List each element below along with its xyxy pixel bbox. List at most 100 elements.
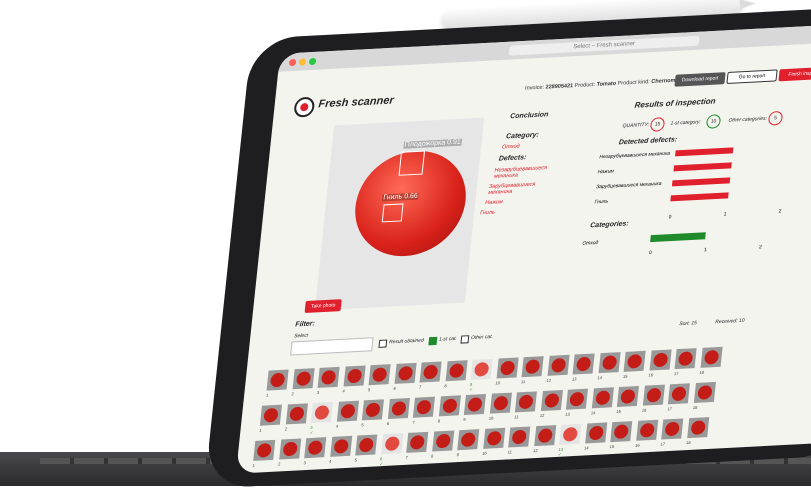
sample-thumbnail[interactable]	[361, 399, 384, 421]
sample-thumbnail[interactable]	[547, 354, 570, 376]
sample-thumbnail[interactable]	[419, 361, 442, 383]
sample-thumbnail[interactable]	[259, 404, 282, 426]
take-photo-button[interactable]: Take photo	[304, 299, 342, 313]
sample-thumbnail[interactable]	[610, 421, 633, 443]
sample-thumbnail[interactable]	[565, 388, 588, 410]
sample-number: 10	[481, 450, 487, 456]
sample-thumbnail[interactable]	[355, 434, 378, 456]
first-category-badge: 10	[705, 114, 722, 129]
sample-thumbnail[interactable]	[292, 368, 315, 390]
filter-select[interactable]	[290, 337, 374, 356]
sample-thumbnail[interactable]	[329, 435, 352, 457]
sample-thumbnail[interactable]	[616, 385, 639, 408]
sample-thumbnail[interactable]	[584, 422, 607, 444]
sample-thumbnail[interactable]	[266, 369, 289, 391]
sample-thumbnail[interactable]	[661, 418, 684, 440]
sample-thumbnail[interactable]	[387, 397, 410, 420]
select-label: Select	[293, 332, 309, 340]
sample-thumbnail[interactable]	[431, 430, 454, 452]
sample-thumbnail[interactable]	[445, 360, 468, 382]
tablet-display: Select – Fresh scanner Fresh scanner Inv…	[235, 22, 811, 474]
minimize-window-icon[interactable]	[298, 58, 307, 66]
sample-thumbnail[interactable]	[623, 350, 646, 372]
close-window-icon[interactable]	[288, 58, 297, 67]
sample-thumbnail[interactable]	[406, 431, 429, 453]
sample-thumbnail[interactable]	[343, 365, 366, 387]
maximize-window-icon[interactable]	[308, 57, 317, 66]
sample-thumbnail[interactable]	[514, 391, 537, 413]
sample-thumbnail[interactable]	[674, 348, 697, 370]
result-obtained-checkbox[interactable]	[378, 339, 388, 348]
sample-number: 4	[342, 388, 346, 394]
defect-item: Незарубцевавшиеся механика	[493, 165, 548, 180]
sample-thumbnail[interactable]	[693, 381, 716, 404]
sample-thumbnail[interactable]	[336, 400, 359, 422]
sample-thumbnail[interactable]	[304, 437, 327, 459]
sample-thumbnail[interactable]	[700, 346, 723, 368]
sample-thumbnail[interactable]	[482, 427, 505, 449]
sample-thumbnail[interactable]	[394, 362, 417, 384]
sample-thumbnail[interactable]	[508, 426, 531, 448]
first-category-filter-label: 1-st cat.	[438, 335, 458, 343]
sample-thumbnail[interactable]	[686, 417, 709, 439]
sample-number: 9	[456, 452, 460, 458]
sample-number: 8	[444, 383, 448, 389]
sample-thumbnail[interactable]	[489, 392, 512, 414]
sample-number: 12	[532, 447, 538, 454]
other-category-checkbox[interactable]	[460, 335, 470, 344]
sample-thumbnail[interactable]	[285, 403, 308, 425]
sample-thumbnail[interactable]	[438, 395, 461, 417]
sample-thumbnail[interactable]	[253, 439, 276, 461]
sample-number: 17	[673, 370, 679, 377]
sample-number: 5	[367, 387, 371, 393]
sample-thumbnail[interactable]	[540, 389, 563, 412]
sample-thumbnail[interactable]	[649, 349, 672, 371]
download-report-button[interactable]: Download report	[674, 72, 726, 87]
sample-number: 17	[660, 441, 666, 447]
sample-number: 7	[412, 419, 415, 425]
sample-number: 1	[265, 392, 269, 398]
sample-number: 10	[488, 415, 494, 421]
first-category-checkbox[interactable]	[428, 336, 438, 346]
sample-thumbnail[interactable]	[463, 393, 486, 416]
sample-thumbnail[interactable]	[317, 366, 340, 388]
sample-thumbnail[interactable]	[368, 364, 391, 386]
sample-number: 1	[259, 427, 262, 433]
sample-thumbnail[interactable]	[642, 384, 665, 406]
sample-thumbnail[interactable]	[412, 396, 435, 418]
sample-thumbnail[interactable]	[278, 438, 301, 460]
sample-thumbnail[interactable]	[572, 353, 595, 375]
inspection-photo: Плодожорка 0.91 Гниль 0.66	[314, 117, 485, 311]
sample-thumbnail[interactable]	[521, 356, 544, 378]
sample-number: 6	[393, 385, 397, 391]
defect-bar	[671, 177, 731, 187]
conclusion-title: Conclusion	[509, 111, 549, 121]
sample-thumbnail[interactable]	[591, 387, 614, 409]
defect-axis-label: Зарубцевавшиеся механика	[596, 181, 662, 190]
sample-thumbnail[interactable]	[559, 423, 582, 445]
sample-number: 13	[571, 376, 577, 382]
sample-number: 12	[539, 412, 545, 419]
sample-thumbnail[interactable]	[310, 402, 333, 424]
sample-thumbnail[interactable]	[598, 352, 621, 374]
sample-thumbnail[interactable]	[667, 383, 690, 405]
sample-thumbnail[interactable]	[635, 419, 658, 441]
finish-inspection-button[interactable]: Finish inspection	[778, 66, 811, 82]
sample-thumbnail[interactable]	[533, 425, 556, 447]
sample-thumbnail[interactable]	[496, 357, 519, 379]
defect-item: Нажим	[484, 199, 504, 207]
sample-thumbnail[interactable]	[457, 429, 480, 451]
quantity-label: QUANTITY:	[622, 121, 650, 130]
received-count: Received: 10	[714, 317, 745, 326]
sample-number: 14	[597, 374, 603, 381]
defect-tick-label: 2	[778, 208, 782, 214]
defect-axis-label: Незарубцевавшиеся механика	[599, 151, 671, 161]
go-to-report-button[interactable]: Go to report	[726, 69, 778, 85]
sample-thumbnail[interactable]	[380, 433, 403, 455]
sample-number: 15	[622, 373, 628, 379]
sample-number: 2	[284, 426, 288, 432]
sort-count: Sort: 15	[678, 320, 698, 328]
sample-thumbnail[interactable]	[470, 358, 493, 380]
sample-number: 15	[609, 443, 615, 450]
sample-number: 18	[692, 404, 698, 411]
